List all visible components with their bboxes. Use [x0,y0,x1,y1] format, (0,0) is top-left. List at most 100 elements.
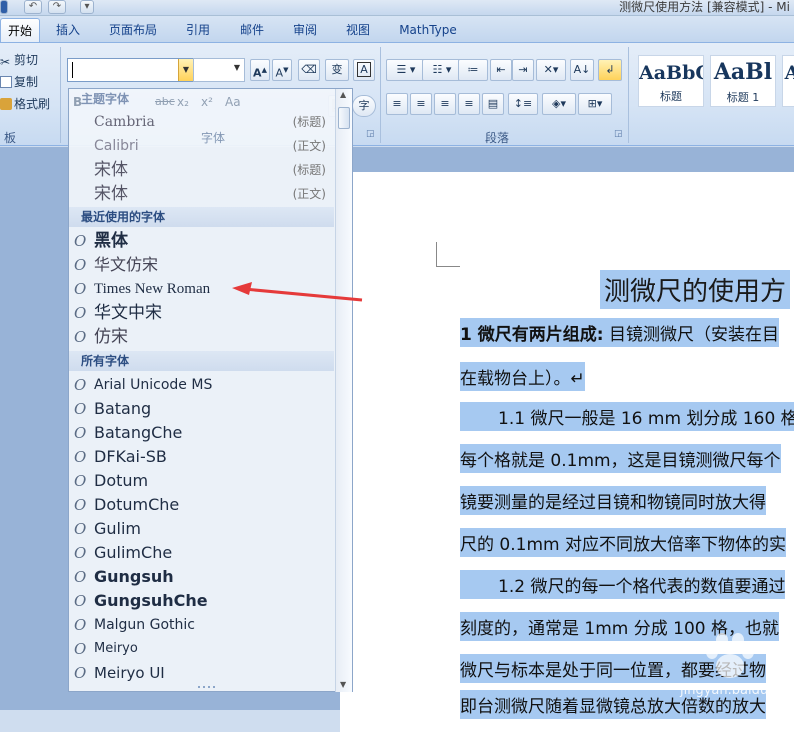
crop-mark [436,266,460,267]
doc-line-4[interactable]: 每个格就是 0.1mm，这是目镜测微尺每个 [460,444,781,473]
numbered-list-icon: ☷ ▾ [432,63,452,76]
tab-mailings[interactable]: 邮件 [232,18,272,42]
numbering-button[interactable]: ☷ ▾ [422,59,462,81]
sort-icon: A↓ [573,63,591,76]
increase-indent-icon: ⇥ [518,63,528,76]
doc-heading[interactable]: 测微尺的使用方 [600,270,791,309]
crop-mark [436,242,437,266]
font-item-dfkai-sb[interactable]: O DFKai-SB [69,445,334,469]
font-dropdown-panel[interactable]: ▲ ▼ B abc x₂ x² Aa 字体 主题字体 Cambria (标题) … [68,88,353,692]
shrink-font-button[interactable]: A▼ [272,59,292,81]
doc-line-3[interactable]: 1.1 微尺一般是 16 mm 划分成 160 格 [460,402,794,431]
font-item-gulimche[interactable]: O GulimChe [69,541,334,565]
font-item-songti-body[interactable]: 宋体 (正文) [69,182,334,206]
paragraph-mark-icon: ↲ [605,63,615,76]
recent-fonts-header: 最近使用的字体 [69,207,334,227]
character-border-button[interactable]: A [353,59,375,81]
opentype-font-icon: O [74,616,87,634]
doc-line-5[interactable]: 镜要测量的是经过目镜和物镜同时放大得 [460,486,766,515]
show-marks-button[interactable]: ↲ [598,59,622,81]
font-item-gungsuh[interactable]: O Gungsuh [69,565,334,589]
font-item-fangsong[interactable]: O 仿宋 [69,325,334,349]
format-painter-button[interactable]: 格式刷 [0,95,50,112]
font-size-input[interactable]: ▼ [193,58,245,82]
font-item-meiryo[interactable]: O Meiryo [69,637,334,661]
copy-button[interactable]: 复制 [0,73,38,90]
font-list-scrollbar[interactable]: ▲ ▼ [335,89,352,692]
style-more[interactable]: A [782,55,794,107]
font-item-calibri[interactable]: Calibri (正文) [69,134,334,158]
opentype-font-icon: O [74,640,87,658]
undo-icon[interactable]: ↶ [24,0,42,14]
font-item-songti-heading[interactable]: 宋体 (标题) [69,158,334,182]
paragraph-shading-button[interactable]: ◈▾ [542,93,576,115]
tab-references[interactable]: 引用 [178,18,218,42]
tab-review[interactable]: 审阅 [285,18,325,42]
quick-access-dropdown-icon[interactable]: ▾ [80,0,94,14]
font-item-malgun-gothic[interactable]: O Malgun Gothic [69,613,334,637]
doc-line-6[interactable]: 尺的 0.1mm 对应不同放大倍率下物体的实 [460,528,786,557]
tab-page-layout[interactable]: 页面布局 [102,18,164,42]
increase-indent-button[interactable]: ⇥ [512,59,534,81]
decrease-indent-icon: ⇤ [496,63,506,76]
opentype-font-icon: O [74,376,87,394]
tab-home[interactable]: 开始 [0,18,40,42]
font-item-gungsuhche[interactable]: O GungsuhChe [69,589,334,613]
align-left-button[interactable]: ≡ [386,93,408,115]
borders-button[interactable]: ⊞▾ [578,93,612,115]
font-name-input[interactable] [67,58,193,82]
font-item-dotum[interactable]: O Dotum [69,469,334,493]
font-item-cambria[interactable]: Cambria (标题) [69,110,334,134]
font-item-batang[interactable]: O Batang [69,397,334,421]
window-title: 测微尺使用方法 [兼容模式] - Mi [619,0,790,14]
paragraph-dialog-launcher-icon[interactable]: ◲ [614,129,623,139]
multilevel-list-button[interactable]: ≔ [458,59,488,81]
font-dropdown-arrow-icon[interactable]: ▼ [178,59,193,81]
word-office-icon[interactable] [0,0,8,14]
chinese-layout-button[interactable]: ✕▾ [536,59,566,81]
scroll-thumb[interactable] [338,107,350,129]
resize-grip-icon[interactable] [197,685,217,689]
bullets-button[interactable]: ☰ ▾ [386,59,426,81]
font-item-meiryo-ui[interactable]: O Meiryo UI [69,661,334,685]
opentype-font-icon: O [74,424,87,442]
font-dialog-launcher-icon[interactable]: ◲ [366,129,375,139]
distributed-button[interactable]: ▤ [482,93,504,115]
cut-button[interactable]: ✂ 剪切 [0,51,38,69]
font-item-gulim[interactable]: O Gulim [69,517,334,541]
font-item-huawen-zhongsong[interactable]: O 华文中宋 [69,301,334,325]
multilevel-list-icon: ≔ [467,63,479,76]
decrease-indent-button[interactable]: ⇤ [490,59,512,81]
opentype-font-icon: O [74,568,87,586]
tab-view[interactable]: 视图 [338,18,378,42]
opentype-font-icon: O [74,592,87,610]
line-spacing-button[interactable]: ↕≡ [508,93,538,115]
tab-mathtype[interactable]: MathType [392,18,464,42]
scroll-up-icon[interactable]: ▲ [340,90,346,99]
style-title[interactable]: AaBbC 标题 [638,55,704,107]
doc-line-7[interactable]: 1.2 微尺的每一个格代表的数值要通过 [460,570,786,599]
justify-icon: ≡ [464,97,474,110]
doc-line-1[interactable]: 1 微尺有两片组成: 目镜测微尺（安装在目 [460,318,779,347]
style-heading-1[interactable]: AaBl 标题 1 [710,55,776,107]
justify-button[interactable]: ≡ [458,93,480,115]
font-item-dotumche[interactable]: O DotumChe [69,493,334,517]
sort-button[interactable]: A↓ [570,59,594,81]
align-right-button[interactable]: ≡ [434,93,456,115]
tab-insert[interactable]: 插入 [48,18,88,42]
grow-font-button[interactable]: A▲ [250,59,270,81]
scroll-down-icon[interactable]: ▼ [340,680,346,689]
clipboard-group-label: 板 [3,131,16,145]
font-item-arial-unicode-ms[interactable]: O Arial Unicode MS [69,373,334,397]
align-center-button[interactable]: ≡ [410,93,432,115]
phonetic-guide-button[interactable]: 变 [325,59,349,81]
ribbon-tab-bar: 开始 插入 页面布局 引用 邮件 审阅 视图 MathType [0,16,794,42]
font-item-batangche[interactable]: O BatangChe [69,421,334,445]
font-item-heiti[interactable]: O 黑体 [69,229,334,253]
clear-format-button[interactable]: ⌫ [298,59,320,81]
font-item-huawen-fangsong[interactable]: O 华文仿宋 [69,253,334,277]
size-dropdown-arrow-icon[interactable]: ▼ [234,63,240,72]
doc-line-2[interactable]: 在载物台上）。↵ [460,362,585,391]
redo-icon[interactable]: ↷ [48,0,66,14]
enclose-characters-button[interactable]: 字 [352,95,376,117]
